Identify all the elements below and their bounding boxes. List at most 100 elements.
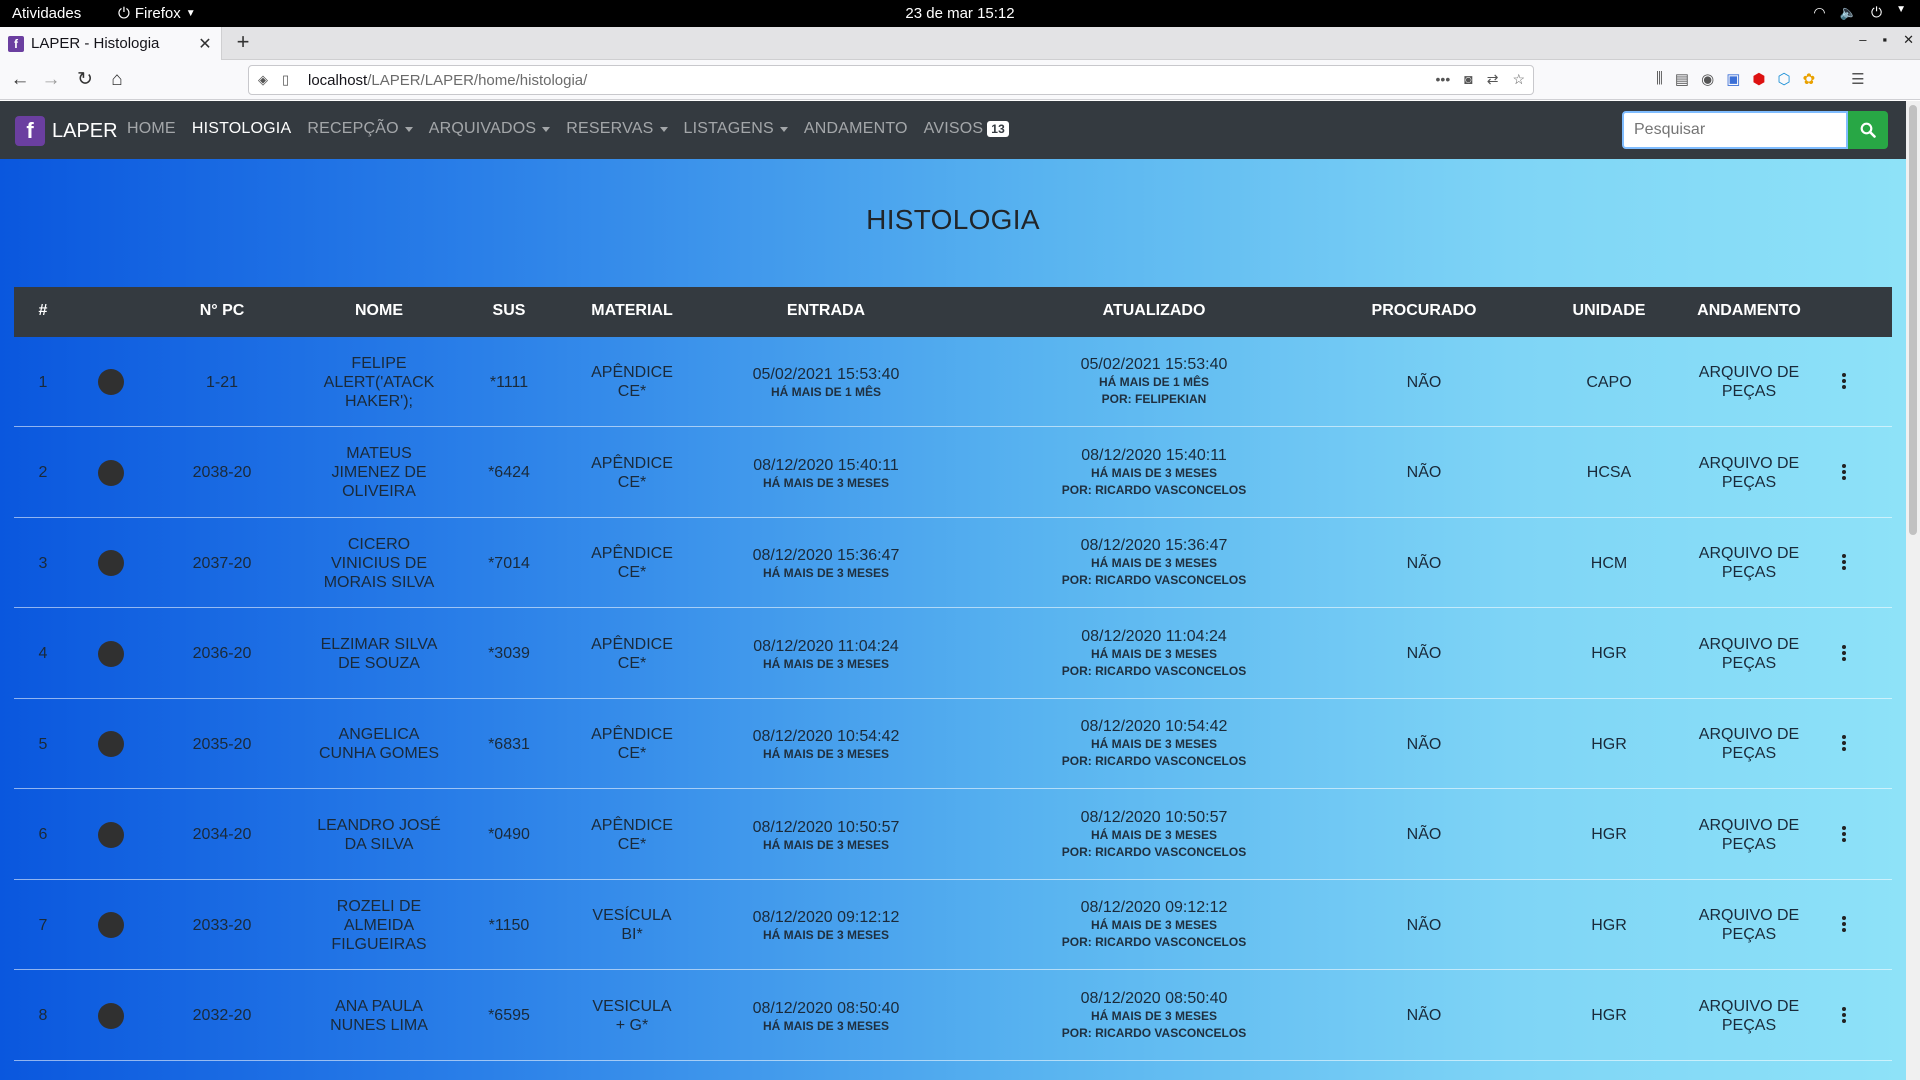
system-tray[interactable]: ◠ 🔈 ⏻ ▼ <box>1813 4 1906 21</box>
library-icon[interactable]: ⫼ <box>1656 70 1663 88</box>
row-actions-kebab-icon[interactable] <box>1842 735 1848 753</box>
row-actions-kebab-icon[interactable] <box>1842 644 1848 663</box>
column-header[interactable]: MATERIAL <box>567 302 697 320</box>
atualizado-date: 08/12/2020 10:50:57 <box>1080 808 1228 826</box>
entrada: 08/12/2020 09:12:12 HÁ MAIS DE 3 MESES <box>726 908 926 944</box>
close-tab-icon[interactable]: ✕ <box>195 34 215 54</box>
nav-item-reservas[interactable]: RESERVAS <box>566 120 668 138</box>
row-actions-kebab-icon[interactable] <box>1842 1006 1848 1025</box>
cell-line: ARQUIVO DE <box>1698 816 1800 834</box>
nav-item-histologia[interactable]: HISTOLOGIA <box>192 120 292 138</box>
app-menu[interactable]: ⏻ Firefox ▼ <box>118 5 196 22</box>
unidade-text: HGR <box>1591 916 1627 934</box>
brand[interactable]: f LAPER <box>15 116 118 146</box>
procurado: NÃO <box>1354 373 1494 392</box>
entrada-date: 05/02/2021 15:53:40 <box>752 366 900 383</box>
table-row[interactable]: 8 2032-20 ANA PAULA NUNES LIMA *6595 VESICULA… <box>14 971 1892 1061</box>
table-row[interactable]: 5 2035-20 ANGELICA CUNHA GOMES *6831 APÊNDICE… <box>14 699 1892 789</box>
sidebar-icon[interactable]: ▤ <box>1675 70 1689 88</box>
url-bar[interactable]: ◈ ▯ localhost/LAPER/LAPER/home/histologi… <box>248 65 1534 95</box>
row-number-text: 4 <box>38 645 48 662</box>
column-header[interactable]: UNIDADE <box>1544 302 1674 320</box>
column-header[interactable]: ENTRADA <box>726 302 926 320</box>
nav-item-andamento[interactable]: ANDAMENTO <box>804 120 908 138</box>
minimize-icon[interactable]: – <box>1859 32 1866 48</box>
translate-icon[interactable]: ⇄ <box>1487 71 1499 88</box>
column-header[interactable]: N° PC <box>170 302 274 320</box>
page-actions-icon[interactable]: ••• <box>1436 71 1451 88</box>
extension-blue-icon[interactable]: ⬡ <box>1777 70 1790 88</box>
table-row[interactable]: 4 2036-20 ELZIMAR SILVA DE SOUZA *3039 APÊNDI… <box>14 609 1892 699</box>
nav-label: HOME <box>127 120 176 137</box>
table-row[interactable]: 3 2037-20 CICERO VINICIUS DE MORAIS SILVA *70… <box>14 518 1892 608</box>
row-actions-kebab-icon[interactable] <box>1842 916 1848 934</box>
browser-tab[interactable]: f LAPER - Histologia ✕ <box>0 27 222 60</box>
table-row[interactable]: 7 2033-20 ROZELI DE ALMEIDA FILGUEIRAS *1150 V… <box>14 880 1892 970</box>
material: VESÍCULA BI* <box>567 906 697 944</box>
menu-hamburger-icon[interactable]: ☰ <box>1851 70 1864 88</box>
patient-name: ROZELI DE ALMEIDA FILGUEIRAS <box>314 897 444 954</box>
row-actions-kebab-icon[interactable] <box>1842 373 1848 391</box>
column-header[interactable]: SUS <box>469 302 549 320</box>
url-text[interactable]: localhost/LAPER/LAPER/home/histologia/ <box>308 72 587 89</box>
clock[interactable]: 23 de mar 15:12 <box>905 5 1014 22</box>
column-header[interactable]: # <box>14 302 72 320</box>
caret-down-icon <box>542 126 551 132</box>
cell-line: PEÇAS <box>1721 835 1777 853</box>
reload-icon[interactable]: ↻ <box>72 67 98 93</box>
activities-button[interactable]: Atividades <box>12 5 81 22</box>
wifi-icon: ◠ <box>1813 4 1826 20</box>
nav-item-avisos[interactable]: AVISOS 13 <box>924 120 1010 138</box>
new-tab-button[interactable]: + <box>230 29 256 55</box>
sus-number: *3039 <box>469 644 549 663</box>
sus-text: *7014 <box>488 554 530 572</box>
table-row[interactable]: 6 2034-20 LEANDRO JOSÉ DA SILVA *0490 APÊNDIC… <box>14 790 1892 880</box>
atualizado: 08/12/2020 10:54:42 HÁ MAIS DE 3 MESES POR… <box>1024 717 1284 770</box>
maximize-icon[interactable]: ▪ <box>1882 32 1887 48</box>
column-header[interactable]: NOME <box>314 302 444 320</box>
favicon: f <box>8 35 24 52</box>
status-dot <box>98 640 124 667</box>
unidade: HGR <box>1544 1006 1674 1025</box>
row-actions-kebab-icon[interactable] <box>1842 825 1848 844</box>
search-button[interactable] <box>1848 111 1888 149</box>
unidade: HGR <box>1544 735 1674 754</box>
patient-name: ELZIMAR SILVA DE SOUZA <box>314 635 444 673</box>
bookmark-star-icon[interactable]: ☆ <box>1512 71 1525 88</box>
atualizado-date: 08/12/2020 10:54:42 <box>1080 718 1228 735</box>
column-header[interactable]: ANDAMENTO <box>1679 302 1819 320</box>
column-header[interactable]: PROCURADO <box>1354 302 1494 320</box>
nav-item-arquivados[interactable]: ARQUIVADOS <box>429 120 551 138</box>
table-row[interactable]: 1 1-21 FELIPE ALERT('ATACK HAKER'); *1111 APÊN… <box>14 337 1892 427</box>
app-navbar: f LAPER HOME HISTOLOGIA RECEPÇÃO ARQUIVA… <box>0 101 1906 159</box>
forward-arrow-icon[interactable]: → <box>38 67 64 93</box>
cell-line: LEANDRO JOSÉ <box>317 816 441 834</box>
pc-number-text: 2033-20 <box>192 916 252 934</box>
unidade-text: HGR <box>1591 826 1627 843</box>
translate-extension-icon[interactable]: ▣ <box>1726 70 1740 88</box>
close-window-icon[interactable]: ✕ <box>1903 32 1914 48</box>
back-arrow-icon[interactable]: ← <box>7 67 33 93</box>
ublock-icon[interactable]: ⬢ <box>1752 70 1765 88</box>
atualizado-date: 08/12/2020 15:36:47 <box>1080 537 1228 554</box>
scrollbar-thumb[interactable] <box>1909 105 1917 535</box>
account-icon[interactable]: ◉ <box>1701 70 1714 88</box>
home-icon[interactable]: ⌂ <box>104 67 130 93</box>
tracking-shield-icon[interactable]: ◈ <box>258 72 274 88</box>
row-actions-kebab-icon[interactable] <box>1842 554 1848 572</box>
search-input[interactable] <box>1622 111 1848 149</box>
page-scrollbar[interactable] <box>1906 101 1920 1080</box>
column-header[interactable]: ATUALIZADO <box>1024 302 1284 320</box>
page-info-icon[interactable]: ▯ <box>282 72 298 88</box>
patient-name: MATEUS JIMENEZ DE OLIVEIRA <box>314 444 444 501</box>
extension-color-icon[interactable]: ✿ <box>1803 70 1816 88</box>
pocket-icon[interactable]: ◙ <box>1464 71 1472 88</box>
nav-item-listagens[interactable]: LISTAGENS <box>684 120 788 138</box>
cell-line: PEÇAS <box>1721 473 1777 491</box>
nav-item-home[interactable]: HOME <box>127 120 176 138</box>
table-row[interactable]: 2 2038-20 MATEUS JIMENEZ DE OLIVEIRA *6424 APÊ… <box>14 428 1892 518</box>
cell-line: PEÇAS <box>1721 1016 1777 1034</box>
nav-item-recepcao[interactable]: RECEPÇÃO <box>307 120 413 138</box>
cell-line: CUNHA GOMES <box>318 745 439 762</box>
row-actions-kebab-icon[interactable] <box>1842 463 1848 482</box>
